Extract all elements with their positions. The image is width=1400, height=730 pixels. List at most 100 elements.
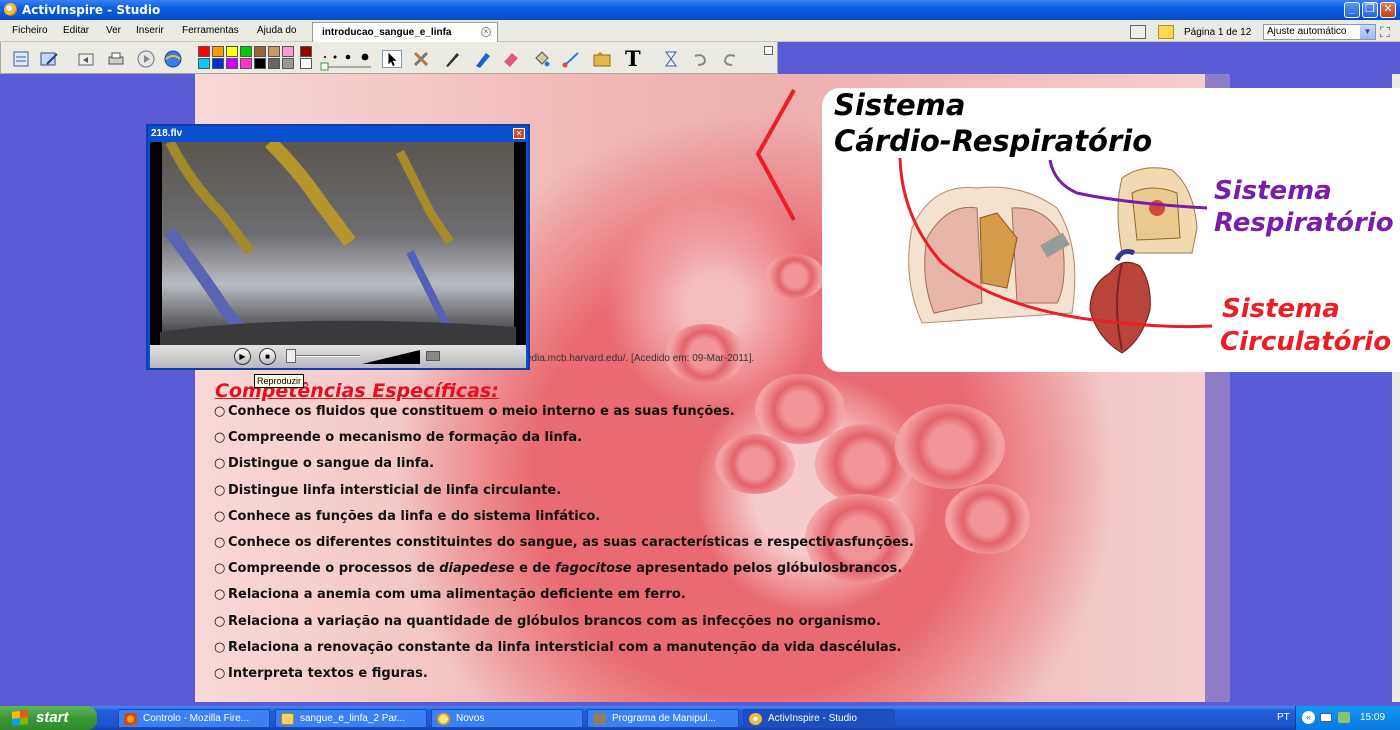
undo-icon[interactable]: [690, 50, 710, 68]
list-item: ○ Relaciona a anemia com uma alimentação …: [214, 587, 686, 603]
mail-icon[interactable]: [1320, 713, 1332, 722]
color-swatch[interactable]: [240, 46, 252, 57]
taskbar-item-activinspire[interactable]: ActivInspire - Studio: [743, 709, 895, 728]
page-browser-icon[interactable]: [1130, 25, 1146, 39]
list-item: ○ Interpreta textos e figuras.: [214, 665, 428, 681]
color-swatch[interactable]: [226, 58, 238, 69]
video-player-window[interactable]: 218.flv ✕ ▶ ■: [146, 124, 530, 370]
play-icon[interactable]: [136, 50, 156, 68]
language-indicator[interactable]: PT: [1277, 712, 1290, 723]
eraser-icon[interactable]: [501, 50, 521, 68]
folder-icon: [281, 713, 294, 725]
seek-handle[interactable]: [286, 349, 296, 363]
windows-logo-icon: [12, 710, 28, 726]
color-swatch[interactable]: [212, 58, 224, 69]
color-swatch[interactable]: [282, 58, 294, 69]
chevron-down-icon[interactable]: ▼: [1360, 25, 1375, 39]
color-swatch[interactable]: [198, 58, 210, 69]
close-icon[interactable]: ✕: [513, 128, 525, 139]
document-tab[interactable]: introducao_sangue_e_linfa ×: [312, 22, 498, 42]
color-swatch[interactable]: [212, 46, 224, 57]
firefox-icon: [124, 713, 137, 725]
taskbar-item-gimp[interactable]: Programa de Manipul...: [587, 709, 739, 728]
menu-ajuda[interactable]: Ajuda do: [257, 25, 296, 36]
list-item: ○ Conhece os fluidos que constituem o mei…: [214, 404, 735, 419]
list-item: ○ Distingue o sangue da linfa.: [214, 456, 435, 472]
restore-button[interactable]: ❐: [1362, 2, 1378, 18]
page-indicator: Página 1 de 12: [1184, 27, 1252, 38]
color-swatch[interactable]: [198, 46, 210, 57]
taskbar-item-firefox[interactable]: Controlo - Mozilla Fire...: [118, 709, 270, 728]
text-tool-icon[interactable]: T: [625, 46, 641, 71]
menu-ferramentas[interactable]: Ferramentas: [182, 25, 239, 36]
color-swatch[interactable]: [254, 46, 266, 57]
list-item: ○ Relaciona a variação na quantidade de g…: [214, 613, 881, 629]
browser-icon[interactable]: [163, 50, 183, 68]
tray-expand-icon[interactable]: «: [1302, 711, 1315, 724]
zoom-select[interactable]: Ajuste automático ▼: [1263, 24, 1376, 40]
menu-ver[interactable]: Ver: [106, 25, 121, 36]
menu-editar[interactable]: Editar: [63, 25, 89, 36]
color-swatch[interactable]: [300, 58, 312, 69]
pen-icon[interactable]: [442, 50, 462, 68]
list-item: ○ Conhece as funções da linfa e do sistem…: [214, 508, 601, 524]
system-tray: « 15:09: [1295, 706, 1400, 730]
messenger-icon: [437, 713, 450, 725]
flipchart-icon[interactable]: [11, 50, 31, 68]
resource-library-icon[interactable]: [592, 50, 612, 68]
color-swatch[interactable]: [268, 58, 280, 69]
competencias-list: ○ Conhece os fluidos que constituem o mei…: [214, 404, 974, 692]
start-button[interactable]: start: [0, 706, 97, 730]
hourglass-icon[interactable]: [661, 50, 681, 68]
minimize-button[interactable]: _: [1344, 2, 1360, 18]
print-icon[interactable]: [106, 50, 126, 68]
color-swatch[interactable]: [282, 46, 294, 57]
fullscreen-toggle-icon[interactable]: [426, 351, 440, 361]
main-toolbar: T: [0, 42, 778, 74]
respiratory-label-line2: Respiratório: [1214, 208, 1394, 238]
select-arrow-icon[interactable]: [382, 50, 402, 68]
list-item: ○ Conhece os diferentes constituintes do …: [214, 534, 914, 550]
color-swatch[interactable]: [240, 58, 252, 69]
player-title: 218.flv: [151, 128, 183, 139]
title-bar: ActivInspire - Studio _ ❐ ✕: [0, 0, 1400, 20]
network-icon[interactable]: [1338, 712, 1350, 723]
close-tab-icon[interactable]: ×: [481, 27, 491, 37]
color-swatch[interactable]: [226, 46, 238, 57]
stop-button[interactable]: ■: [259, 348, 276, 365]
taskbar-item-folder[interactable]: sangue_e_linfa_2 Par...: [275, 709, 427, 728]
image-citation: edia.mcb.harvard.edu/. [Acedido em: 09-M…: [526, 353, 755, 364]
circulatory-label-line2: Circulatório: [1220, 327, 1392, 357]
previous-page-icon[interactable]: [76, 50, 96, 68]
play-button[interactable]: ▶: [234, 348, 251, 365]
window-title: ActivInspire - Studio: [22, 3, 161, 17]
video-frame[interactable]: [150, 142, 526, 345]
gimp-icon: [593, 713, 606, 725]
activinspire-icon: [749, 713, 762, 725]
player-controls: ▶ ■: [150, 345, 526, 368]
document-tab-label: introducao_sangue_e_linfa: [322, 27, 452, 38]
color-swatch[interactable]: [300, 46, 312, 57]
edit-profile-icon[interactable]: [39, 50, 59, 68]
color-swatch[interactable]: [254, 58, 266, 69]
fullscreen-icon[interactable]: ⛶: [1380, 24, 1390, 41]
list-item: ○ Compreende o mecanismo de formação da l…: [214, 430, 583, 446]
tools-icon[interactable]: [412, 50, 432, 68]
redo-icon[interactable]: [720, 50, 740, 68]
menu-ficheiro[interactable]: Ficheiro: [12, 25, 48, 36]
fill-icon[interactable]: [531, 50, 551, 68]
pen-width-selector[interactable]: [319, 48, 374, 72]
menu-inserir[interactable]: Inserir: [136, 25, 164, 36]
connector-icon[interactable]: [561, 50, 581, 68]
close-button[interactable]: ✕: [1380, 2, 1396, 18]
taskbar-item-messenger[interactable]: Novos: [431, 709, 583, 728]
volume-slider[interactable]: [362, 349, 420, 365]
circulatory-label-line1: Sistema: [1222, 294, 1340, 324]
clock: 15:09: [1360, 712, 1386, 723]
play-tooltip: Reproduzir: [254, 374, 305, 388]
color-swatch[interactable]: [268, 46, 280, 57]
highlighter-icon[interactable]: [472, 50, 492, 68]
notes-icon[interactable]: [1158, 25, 1174, 39]
toolbar-options-icon[interactable]: [764, 46, 773, 55]
seek-slider[interactable]: [288, 355, 360, 357]
